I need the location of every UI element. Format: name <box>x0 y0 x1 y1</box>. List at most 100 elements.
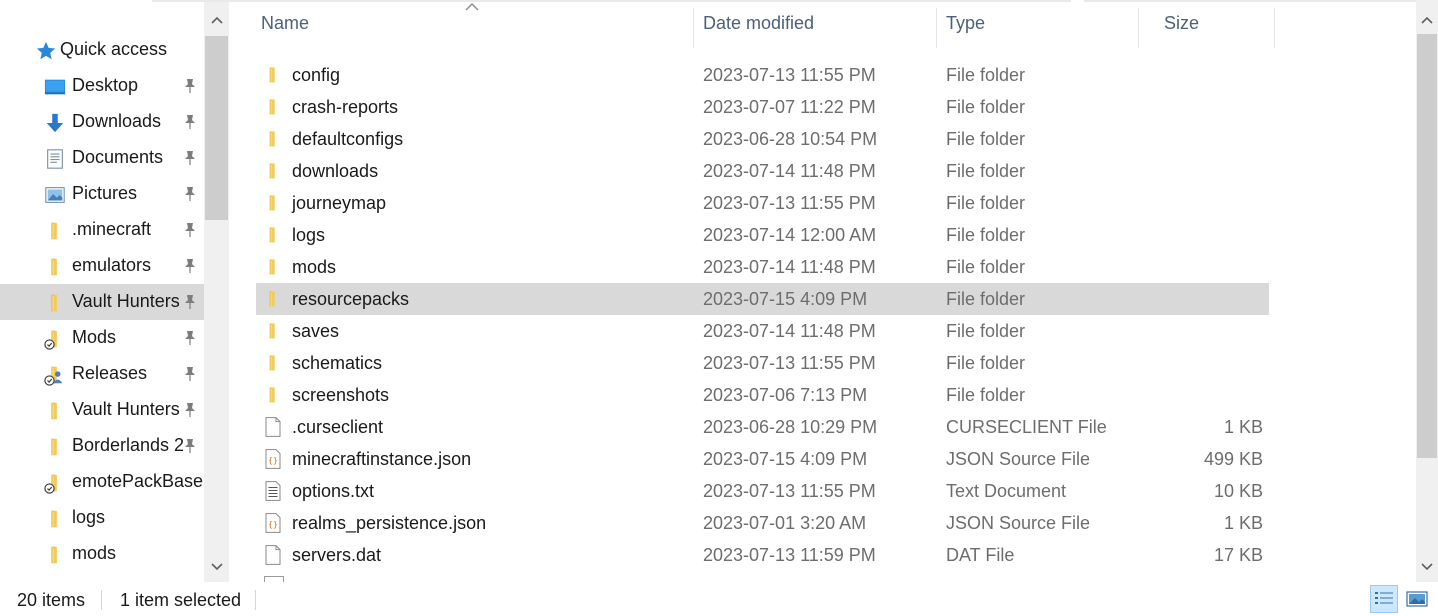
file-row[interactable]: logs 2023-07-14 12:00 AM File folder <box>256 219 1269 251</box>
navigation-pane: Quick access Desktop Downloads Documents Pi… <box>0 0 204 582</box>
file-list-scrollbar[interactable] <box>1416 0 1438 582</box>
file-row[interactable]: saves 2023-07-14 11:48 PM File folder <box>256 315 1269 347</box>
pin-icon <box>181 77 199 95</box>
nav-scrollbar[interactable] <box>204 0 229 582</box>
sidebar-item[interactable]: emulators <box>0 248 204 284</box>
json-file-icon: {} <box>263 449 283 469</box>
file-name: crash-reports <box>292 97 399 117</box>
sidebar-item[interactable]: Pictures <box>0 176 204 212</box>
file-date-modified: 2023-07-14 12:00 AM <box>703 225 877 245</box>
sidebar-item-label: Borderlands 2 <box>72 435 185 455</box>
file-row[interactable]: {} realms_persistence.json 2023-07-01 3:20… <box>256 507 1269 539</box>
file-type: File folder <box>946 257 1026 277</box>
sidebar-item-label: logs <box>72 507 106 527</box>
scroll-up-arrow-icon[interactable] <box>204 8 229 32</box>
file-row[interactable]: options.txt 2023-07-13 11:55 PM Text Docum… <box>256 475 1269 507</box>
file-row[interactable]: screenshots 2023-07-06 7:13 PM File folder <box>256 379 1269 411</box>
status-selection: 1 item selected <box>120 590 242 610</box>
file-list: Name Date modified Type Size config 2023-… <box>230 0 1416 582</box>
file-row[interactable]: config 2023-07-13 11:55 PM File folder <box>256 59 1269 91</box>
column-divider[interactable] <box>1274 8 1275 48</box>
sidebar-item[interactable]: .minecraft <box>0 212 204 248</box>
file-row[interactable]: {} minecraftinstance.json 2023-07-15 4:09 … <box>256 443 1269 475</box>
file-date-modified: 2023-07-13 11:55 PM <box>703 193 876 213</box>
scroll-down-arrow-icon[interactable] <box>204 555 229 579</box>
file-type: File folder <box>946 225 1026 245</box>
details-view-button[interactable] <box>1370 585 1398 613</box>
file-date-modified: 2023-07-14 11:48 PM <box>703 161 876 181</box>
column-divider[interactable] <box>936 8 937 48</box>
file-name: realms_persistence.json <box>292 513 487 533</box>
star-icon <box>36 41 56 60</box>
folder-icon <box>263 257 283 277</box>
pin-icon <box>181 221 199 239</box>
file-row[interactable]: downloads 2023-07-14 11:48 PM File folder <box>256 155 1269 187</box>
nav-scroll-thumb[interactable] <box>205 36 228 220</box>
file-name: screenshots <box>292 385 390 405</box>
sidebar-item[interactable]: mods <box>0 536 204 572</box>
column-header-size[interactable]: Size <box>1156 0 1274 46</box>
sidebar-item-label: Mods <box>72 327 117 347</box>
folder-icon <box>263 289 283 309</box>
file-row[interactable]: journeymap 2023-07-13 11:55 PM File folder <box>256 187 1269 219</box>
file-size: 1 KB <box>1223 417 1263 437</box>
sidebar-item-label: Documents <box>72 147 164 167</box>
sidebar-item[interactable]: Vault Hunters <box>0 284 204 320</box>
pin-icon <box>181 329 199 347</box>
scroll-up-arrow-icon[interactable] <box>1416 8 1438 32</box>
file-row[interactable]: crash-reports 2023-07-07 11:22 PM File fol… <box>256 91 1269 123</box>
sidebar-item[interactable]: Desktop <box>0 68 204 104</box>
file-list-scroll-thumb[interactable] <box>1417 34 1437 458</box>
sidebar-item[interactable]: Releases <box>0 356 204 392</box>
file-row[interactable]: resourcepacks 2023-07-15 4:09 PM File fold… <box>256 283 1269 315</box>
file-row[interactable]: mods 2023-07-14 11:48 PM File folder <box>256 251 1269 283</box>
blank-file-icon <box>263 417 283 437</box>
folder-icon <box>263 385 283 405</box>
file-type: File folder <box>946 129 1026 149</box>
file-size: 499 KB <box>1203 449 1263 469</box>
sidebar-item[interactable]: Mods <box>0 320 204 356</box>
sidebar-item[interactable]: Documents <box>0 140 204 176</box>
column-header-name[interactable]: Name <box>253 0 693 46</box>
sidebar-item-label: Vault Hunters <box>72 291 180 311</box>
large-icons-view-button[interactable] <box>1403 585 1431 613</box>
column-header-size-label: Size <box>1164 12 1200 33</box>
column-header-type[interactable]: Type <box>938 0 1138 46</box>
status-item-count: 20 items <box>17 590 86 610</box>
file-row[interactable]: .curseclient 2023-06-28 10:29 PM CURSECLIE… <box>256 411 1269 443</box>
file-row[interactable]: schematics 2023-07-13 11:55 PM File folder <box>256 347 1269 379</box>
file-type: File folder <box>946 385 1026 405</box>
sidebar-item-label: Releases <box>72 363 148 383</box>
column-divider[interactable] <box>693 8 694 48</box>
folder-icon <box>43 256 67 278</box>
file-row[interactable]: servers.dat 2023-07-13 11:59 PM DAT File 17… <box>256 539 1269 571</box>
sidebar-item[interactable]: Borderlands 2 <box>0 428 204 464</box>
file-name: defaultconfigs <box>292 129 404 149</box>
file-name: schematics <box>292 353 383 373</box>
file-type: JSON Source File <box>946 513 1091 533</box>
folder-icon <box>263 161 283 181</box>
column-divider[interactable] <box>1138 8 1139 48</box>
sidebar-item-label: Desktop <box>72 75 139 95</box>
file-row[interactable]: defaultconfigs 2023-06-28 10:54 PM File fo… <box>256 123 1269 155</box>
large-icons-view-icon <box>1406 591 1428 607</box>
scroll-down-arrow-icon[interactable] <box>1416 555 1438 579</box>
file-name: logs <box>292 225 326 245</box>
nav-quick-access-label: Quick access <box>60 39 168 59</box>
file-name: resourcepacks <box>292 289 410 309</box>
folder-icon <box>263 225 283 245</box>
column-header-date[interactable]: Date modified <box>695 0 936 46</box>
file-type: File folder <box>946 161 1026 181</box>
file-date-modified: 2023-07-13 11:55 PM <box>703 353 876 373</box>
sidebar-item-label: emotePackBase <box>72 471 204 491</box>
nav-quick-access[interactable]: Quick access <box>0 32 204 68</box>
sidebar-item[interactable]: emotePackBase <box>0 464 204 500</box>
file-type: File folder <box>946 97 1026 117</box>
pin-icon <box>181 401 199 419</box>
folder-icon <box>263 353 283 373</box>
file-name: .curseclient <box>292 417 384 437</box>
sidebar-item[interactable]: Vault Hunters <box>0 392 204 428</box>
file-date-modified: 2023-07-14 11:48 PM <box>703 257 876 277</box>
sidebar-item[interactable]: Downloads <box>0 104 204 140</box>
sidebar-item[interactable]: logs <box>0 500 204 536</box>
